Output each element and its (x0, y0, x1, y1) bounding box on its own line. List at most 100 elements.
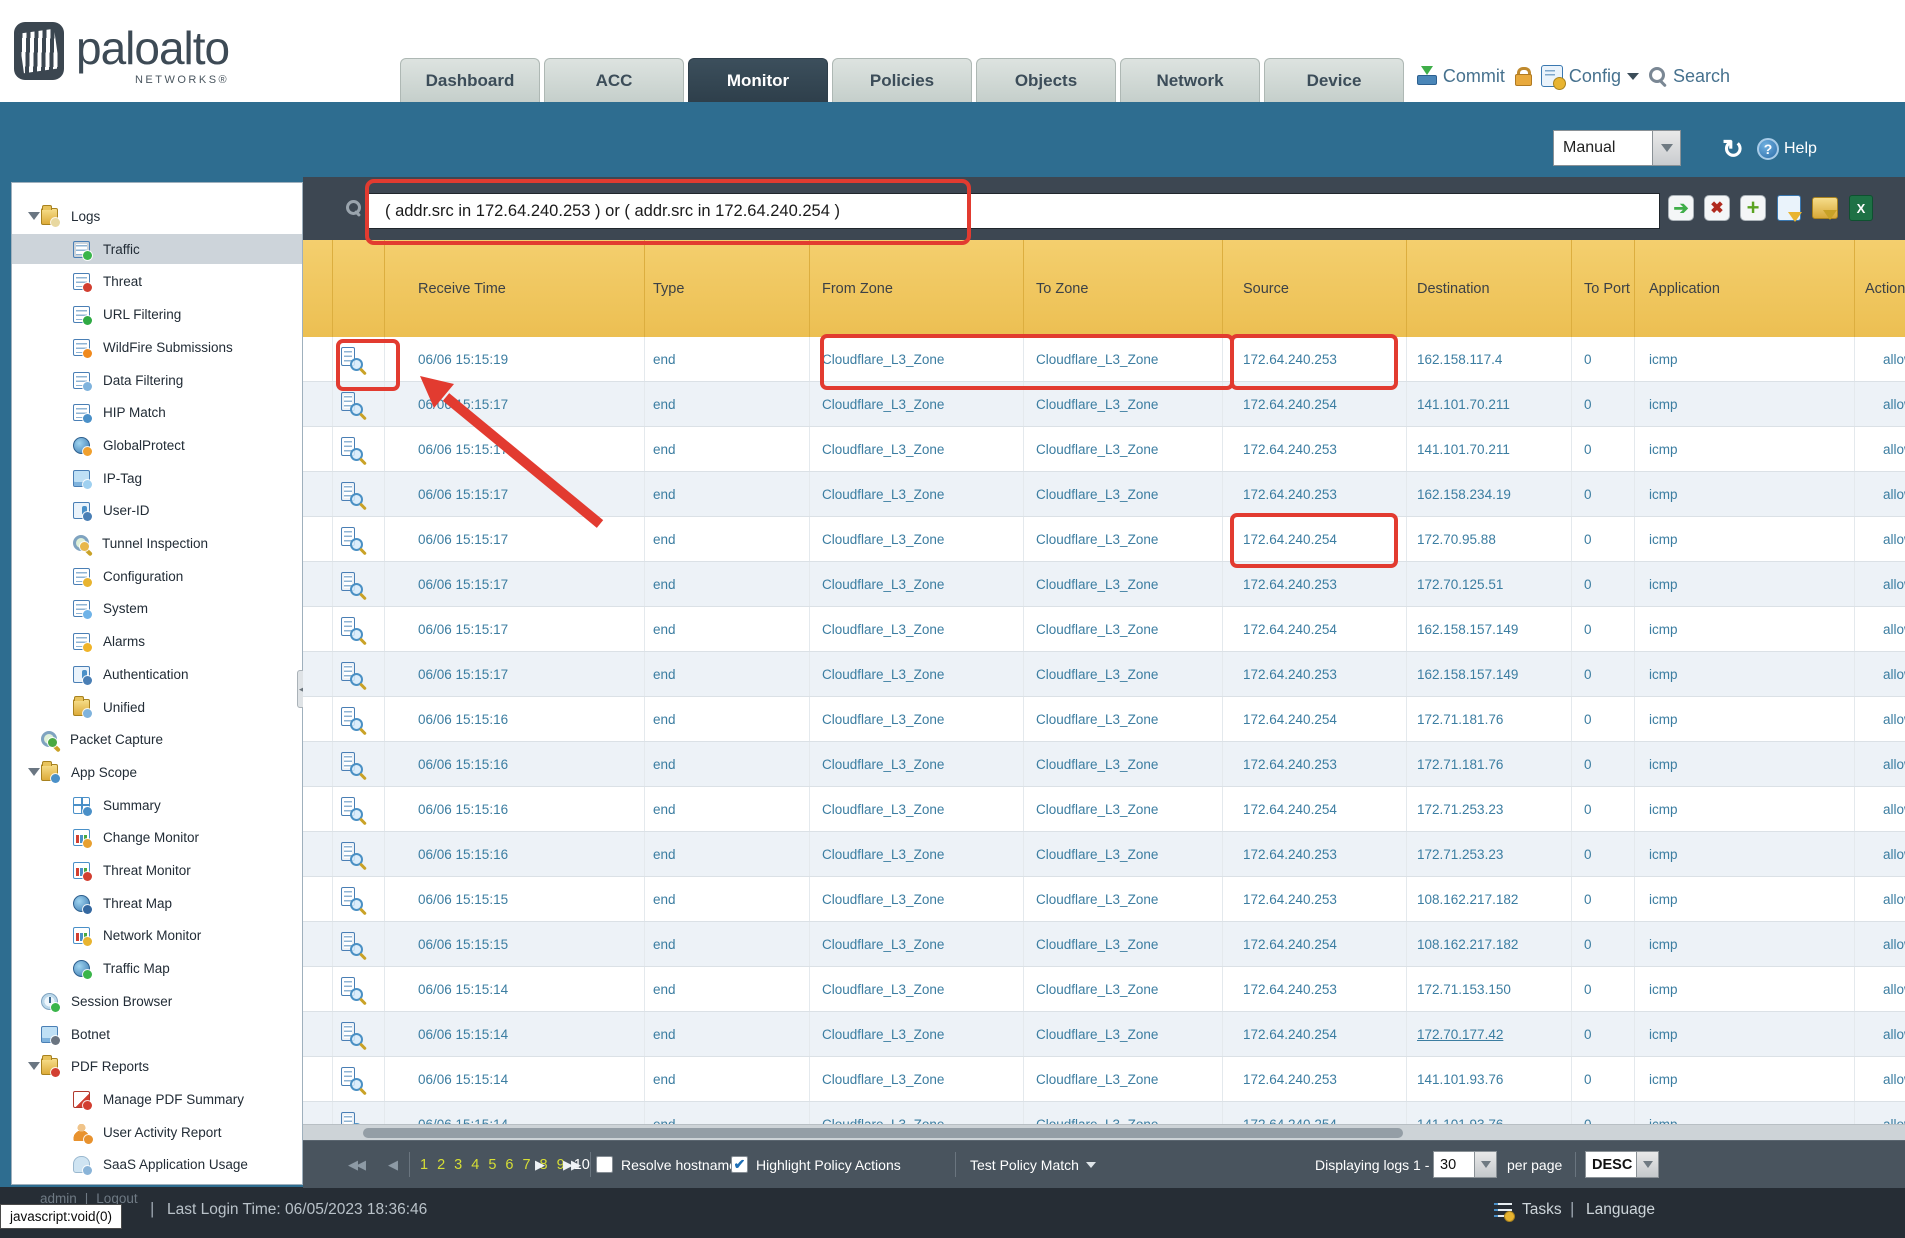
sidebar-item-configuration[interactable]: Configuration (12, 561, 302, 591)
sidebar-item-user-activity-report[interactable]: User Activity Report (12, 1117, 302, 1147)
export-logs-button[interactable]: X (1848, 195, 1874, 221)
destination-link[interactable]: 172.70.177.42 (1417, 1027, 1503, 1042)
sidebar-item-traffic[interactable]: Traffic (12, 234, 302, 264)
sidebar-item-traffic-map[interactable]: Traffic Map (12, 953, 302, 983)
page-number-2[interactable]: 2 (437, 1157, 445, 1173)
page-number-4[interactable]: 4 (471, 1157, 479, 1173)
cell-dst[interactable]: 141.101.70.211 (1407, 427, 1572, 471)
sort-order-arrow-button[interactable] (1637, 1151, 1659, 1178)
commit-button[interactable]: Commit (1417, 66, 1505, 87)
cell-dst[interactable]: 172.71.181.76 (1407, 697, 1572, 741)
cell-src[interactable]: 172.64.240.254 (1223, 787, 1407, 831)
cell-dst[interactable]: 172.70.95.88 (1407, 517, 1572, 561)
sidebar-item-authentication[interactable]: Authentication (12, 659, 302, 689)
sidebar-item-manage-pdf-summary[interactable]: Manage PDF Summary (12, 1084, 302, 1114)
log-detail-magnifier-icon[interactable] (341, 617, 361, 641)
filter-query-input[interactable] (368, 193, 1660, 229)
sidebar-item-summary[interactable]: Summary (12, 790, 302, 820)
cell-dst[interactable]: 172.71.253.23 (1407, 832, 1572, 876)
tasks-label[interactable]: Tasks (1522, 1201, 1562, 1219)
sidebar-item-unified[interactable]: Unified (12, 692, 302, 722)
sidebar-item-pdf-reports[interactable]: PDF Reports (12, 1051, 302, 1081)
log-detail-magnifier-icon[interactable] (341, 752, 361, 776)
cell-src[interactable]: 172.64.240.254 (1223, 517, 1407, 561)
cell-dst[interactable]: 162.158.157.149 (1407, 607, 1572, 651)
log-detail-magnifier-icon[interactable] (341, 527, 361, 551)
prev-page-button[interactable]: ◀ (388, 1141, 396, 1188)
page-number-5[interactable]: 5 (488, 1157, 496, 1173)
page-number-6[interactable]: 6 (505, 1157, 513, 1173)
sidebar-item-network-monitor[interactable]: Network Monitor (12, 920, 302, 950)
tree-expand-arrow-icon[interactable] (28, 212, 40, 220)
cell-dst[interactable]: 172.71.181.76 (1407, 742, 1572, 786)
log-detail-magnifier-icon[interactable] (341, 662, 361, 686)
tree-expand-arrow-icon[interactable] (28, 768, 40, 776)
cell-src[interactable]: 172.64.240.253 (1223, 877, 1407, 921)
cell-src[interactable]: 172.64.240.253 (1223, 967, 1407, 1011)
log-detail-magnifier-icon[interactable] (341, 392, 361, 416)
sidebar-item-ip-tag[interactable]: IP-Tag (12, 463, 302, 493)
cell-src[interactable]: 172.64.240.254 (1223, 922, 1407, 966)
page-number-7[interactable]: 7 (522, 1157, 530, 1173)
log-detail-magnifier-icon[interactable] (341, 482, 361, 506)
refresh-icon[interactable]: ↻ (1722, 136, 1744, 162)
per-page-input[interactable]: 30 (1433, 1151, 1475, 1178)
save-filter-button[interactable] (1776, 195, 1802, 221)
sidebar-item-tunnel-inspection[interactable]: Tunnel Inspection (12, 528, 302, 558)
sidebar-item-hip-match[interactable]: HIP Match (12, 397, 302, 427)
tab-device[interactable]: Device (1264, 58, 1404, 102)
sidebar-item-alarms[interactable]: Alarms (12, 626, 302, 656)
cell-dst[interactable]: 162.158.234.19 (1407, 472, 1572, 516)
sidebar-item-system[interactable]: System (12, 593, 302, 623)
tab-objects[interactable]: Objects (976, 58, 1116, 102)
lock-icon[interactable] (1515, 67, 1531, 86)
log-detail-magnifier-icon[interactable] (341, 437, 361, 461)
cell-src[interactable]: 172.64.240.253 (1223, 1057, 1407, 1101)
sidebar-item-threat-monitor[interactable]: Threat Monitor (12, 855, 302, 885)
cell-dst[interactable]: 162.158.157.149 (1407, 652, 1572, 696)
cell-src[interactable]: 172.64.240.253 (1223, 562, 1407, 606)
cell-dst[interactable]: 108.162.217.182 (1407, 877, 1572, 921)
tab-monitor[interactable]: Monitor (688, 58, 828, 102)
resolve-hostname-checkbox[interactable] (596, 1156, 613, 1173)
sidebar-item-logs[interactable]: Logs (12, 201, 302, 231)
log-detail-magnifier-icon[interactable] (341, 887, 361, 911)
column-header-application[interactable]: Application (1635, 240, 1855, 337)
cell-src[interactable]: 172.64.240.253 (1223, 652, 1407, 696)
tree-expand-arrow-icon[interactable] (28, 1062, 40, 1070)
column-header-destination[interactable]: Destination (1407, 240, 1572, 337)
tab-network[interactable]: Network (1120, 58, 1260, 102)
per-page-arrow-button[interactable] (1475, 1151, 1497, 1178)
load-filter-button[interactable] (1812, 195, 1838, 221)
cell-dst[interactable]: 162.158.117.4 (1407, 337, 1572, 381)
cell-src[interactable]: 172.64.240.254 (1223, 607, 1407, 651)
cell-dst[interactable]: 108.162.217.182 (1407, 922, 1572, 966)
sidebar-item-saas-application-usage[interactable]: SaaS Application Usage (12, 1149, 302, 1179)
last-page-button[interactable]: ▶▶ (563, 1141, 579, 1188)
clear-filter-button[interactable]: ✖ (1704, 195, 1730, 221)
log-detail-magnifier-icon[interactable] (341, 707, 361, 731)
tab-acc[interactable]: ACC (544, 58, 684, 102)
sidebar-item-packet-capture[interactable]: Packet Capture (12, 724, 302, 754)
sidebar-item-user-id[interactable]: User-ID (12, 495, 302, 525)
language-button[interactable]: Language (1586, 1201, 1655, 1219)
column-header-source[interactable]: Source (1223, 240, 1407, 337)
sidebar-item-data-filtering[interactable]: Data Filtering (12, 365, 302, 395)
first-page-button[interactable]: ◀◀ (348, 1141, 364, 1188)
cell-src[interactable]: 172.64.240.254 (1223, 697, 1407, 741)
cell-src[interactable]: 172.64.240.253 (1223, 472, 1407, 516)
log-detail-magnifier-icon[interactable] (341, 1022, 361, 1046)
sidebar-item-session-browser[interactable]: Session Browser (12, 986, 302, 1016)
tab-policies[interactable]: Policies (832, 58, 972, 102)
log-detail-magnifier-icon[interactable] (341, 842, 361, 866)
sidebar-item-threat[interactable]: Threat (12, 266, 302, 296)
cell-dst[interactable]: 172.71.153.150 (1407, 967, 1572, 1011)
config-button[interactable]: Config (1541, 65, 1639, 87)
log-detail-magnifier-icon[interactable] (341, 572, 361, 596)
column-header-type[interactable]: Type (645, 240, 810, 337)
column-header-from-zone[interactable]: From Zone (810, 240, 1024, 337)
search-button[interactable]: Search (1649, 66, 1730, 87)
sidebar-item-change-monitor[interactable]: Change Monitor (12, 822, 302, 852)
page-number-3[interactable]: 3 (454, 1157, 462, 1173)
highlight-policy-actions-checkbox[interactable]: ✔ (731, 1156, 748, 1173)
